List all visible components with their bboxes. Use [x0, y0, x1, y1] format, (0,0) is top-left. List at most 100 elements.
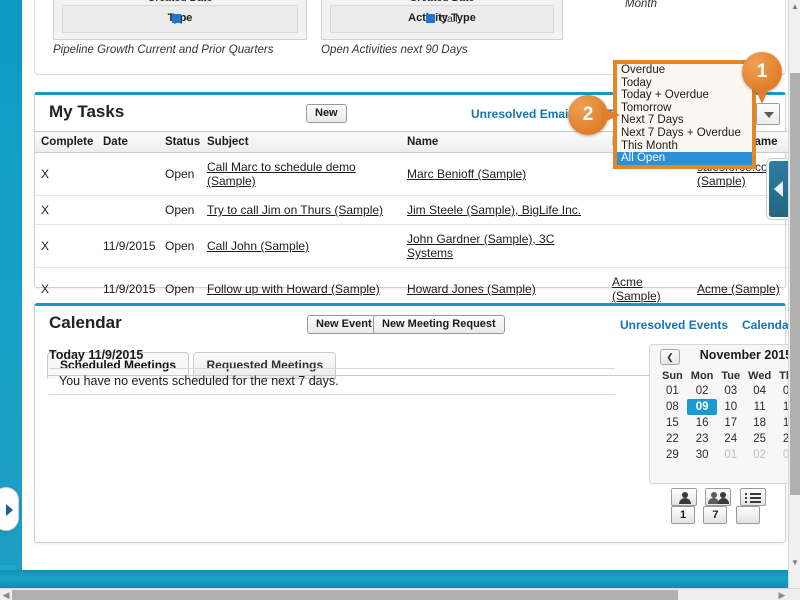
legend-swatch-icon [426, 14, 436, 23]
vertical-scrollbar-thumb[interactable] [790, 73, 800, 495]
multi-user-icon[interactable] [705, 488, 732, 506]
task-status: Open [159, 152, 201, 196]
table-row: X Open Try to call Jim on Thurs (Sample)… [35, 195, 800, 225]
callout-pointer-icon [754, 86, 770, 104]
task-subject-link[interactable]: Try to call Jim on Thurs (Sample) [201, 195, 401, 225]
scroll-down-icon[interactable]: ▼ [791, 558, 799, 568]
dropdown-option-tomorrow[interactable]: Tomorrow [617, 102, 752, 115]
mini-calendar-week: 08091011121314 [658, 399, 800, 415]
unresolved-events-link[interactable]: Unresolved Events [620, 318, 728, 332]
mini-calendar-day[interactable]: 02 [744, 447, 775, 463]
mini-calendar-day[interactable]: 24 [717, 431, 744, 447]
task-name-link[interactable]: Marc Benioff (Sample) [401, 152, 606, 196]
mini-calendar-day[interactable]: 29 [658, 447, 687, 463]
chevron-left-icon[interactable]: ❮ [660, 349, 680, 365]
weekday-header-row: Sun Mon Tue Wed Thu Fri Sat [658, 369, 800, 383]
dropdown-option-this-month[interactable]: This Month [617, 140, 752, 153]
mini-calendar-day[interactable]: 16 [687, 415, 718, 431]
task-date [97, 152, 159, 196]
new-event-button[interactable]: New Event [307, 315, 381, 334]
callout-badge-1: 1 [742, 52, 782, 104]
scroll-right-icon[interactable]: ▶ [776, 589, 788, 600]
weekday-mon: Mon [690, 370, 714, 382]
month-view-button[interactable] [735, 506, 760, 524]
callout-badge-1-number: 1 [756, 61, 768, 82]
complete-task-link[interactable]: X [35, 224, 97, 268]
chart-1-plot: Type - [62, 5, 298, 33]
horizontal-scrollbar[interactable]: ◀ ▶ [0, 588, 800, 600]
chart-1-caption: Pipeline Growth Current and Prior Quarte… [53, 44, 274, 56]
task-account-link[interactable] [691, 224, 800, 268]
mini-calendar-day[interactable]: 18 [744, 415, 775, 431]
chart-1-legend: - [63, 13, 297, 25]
list-view-icon[interactable] [739, 488, 766, 506]
dropdown-option-today-overdue[interactable]: Today + Overdue [617, 89, 752, 102]
day-view-1-button[interactable]: 1 [671, 506, 695, 524]
column-header-date[interactable]: Date [97, 131, 159, 153]
mini-calendar-day[interactable]: 15 [658, 415, 687, 431]
column-header-name[interactable]: Name [401, 131, 606, 153]
mini-calendar-day[interactable]: 30 [687, 447, 718, 463]
dashboard-chart-1[interactable]: Created Date Type - Pipeline Growth Curr… [53, 0, 307, 56]
mini-calendar-day[interactable]: 01 [658, 383, 687, 399]
complete-task-link[interactable]: X [35, 152, 97, 196]
dropdown-option-overdue[interactable]: Overdue [617, 64, 752, 77]
chart-2-legend-label: Call [439, 13, 458, 25]
scroll-left-icon[interactable]: ◀ [0, 589, 12, 600]
callout-pointer-icon [602, 107, 620, 123]
right-panel-tab[interactable] [769, 161, 789, 217]
calendar-today-label: Today 11/9/2015 [49, 348, 144, 362]
calendar-panel: Calendar New Event New Meeting Request U… [34, 303, 800, 543]
mini-calendar-header: ❮ November 2015 [650, 345, 800, 369]
dropdown-option-today[interactable]: Today [617, 77, 752, 90]
task-subject-link[interactable]: Call Marc to schedule demo (Sample) [201, 152, 401, 196]
mini-calendar-day[interactable]: 22 [658, 431, 687, 447]
task-name-link[interactable]: Jim Steele (Sample), BigLife Inc. [401, 195, 606, 225]
mini-calendar-day[interactable]: 10 [717, 399, 744, 415]
dashboard-chart-2[interactable]: Created Date Activity Type Call Open Act… [321, 0, 563, 56]
column-header-complete[interactable]: Complete [35, 131, 97, 153]
day-view-7-button[interactable]: 7 [703, 506, 728, 524]
calendar-view-toolbar: 1 7 [671, 488, 785, 524]
mini-calendar-month: November 2015 [699, 348, 793, 362]
dropdown-option-next-7-days[interactable]: Next 7 Days [617, 114, 752, 127]
task-name-link[interactable]: John Gardner (Sample), 3C Systems [401, 224, 606, 268]
task-date [97, 195, 159, 225]
chart-1-legend-label: - [184, 13, 189, 25]
scroll-up-icon[interactable]: ▲ [791, 2, 799, 12]
horizontal-scrollbar-thumb[interactable] [12, 590, 678, 600]
bottom-band [0, 570, 788, 590]
dropdown-option-all-open[interactable]: All Open [617, 152, 752, 165]
single-user-icon[interactable] [671, 488, 697, 506]
mini-calendar-day[interactable]: 23 [687, 431, 718, 447]
column-header-subject[interactable]: Subject [201, 131, 401, 153]
task-filter-select[interactable] [756, 103, 780, 125]
mini-calendar-day[interactable]: 08 [658, 399, 687, 415]
mini-calendar-day-selected[interactable]: 09 [686, 399, 718, 415]
mini-calendar-day[interactable]: 25 [744, 431, 775, 447]
mini-calendar-body: 0102030405060708091011121314151617181920… [658, 383, 800, 463]
task-filter-dropdown-menu[interactable]: Overdue Today Today + Overdue Tomorrow N… [613, 60, 756, 169]
page-title-my-tasks: My Tasks [49, 102, 125, 121]
chart-2-top-label: Created Date [322, 0, 562, 4]
calendar-header: Calendar New Event New Meeting Request U… [35, 306, 800, 342]
complete-task-link[interactable]: X [35, 195, 97, 225]
mini-calendar-day[interactable]: 01 [717, 447, 744, 463]
task-date: 11/9/2015 [97, 224, 159, 268]
vertical-scrollbar[interactable]: ▲ ▼ [788, 0, 800, 590]
new-meeting-request-button[interactable]: New Meeting Request [373, 315, 505, 334]
calendar-empty-message: You have no events scheduled for the nex… [59, 374, 339, 388]
divider [49, 368, 615, 369]
chevron-down-icon [764, 112, 774, 118]
column-header-status[interactable]: Status [159, 131, 201, 153]
mini-calendar-day[interactable]: 11 [744, 399, 775, 415]
mini-calendar-day[interactable]: 02 [687, 383, 718, 399]
task-subject-link[interactable]: Call John (Sample) [201, 224, 401, 268]
mini-calendar-day[interactable]: 04 [744, 383, 775, 399]
dropdown-option-next-7-days-overdue[interactable]: Next 7 Days + Overdue [617, 127, 752, 140]
mini-calendar-day[interactable]: 17 [717, 415, 744, 431]
dashboard-right-caption: Actuals vs Quota - Current Month [625, 0, 657, 10]
mini-calendar-day[interactable]: 03 [717, 383, 744, 399]
new-task-button[interactable]: New [306, 104, 347, 123]
sidebar-collapse-handle[interactable] [0, 487, 19, 531]
